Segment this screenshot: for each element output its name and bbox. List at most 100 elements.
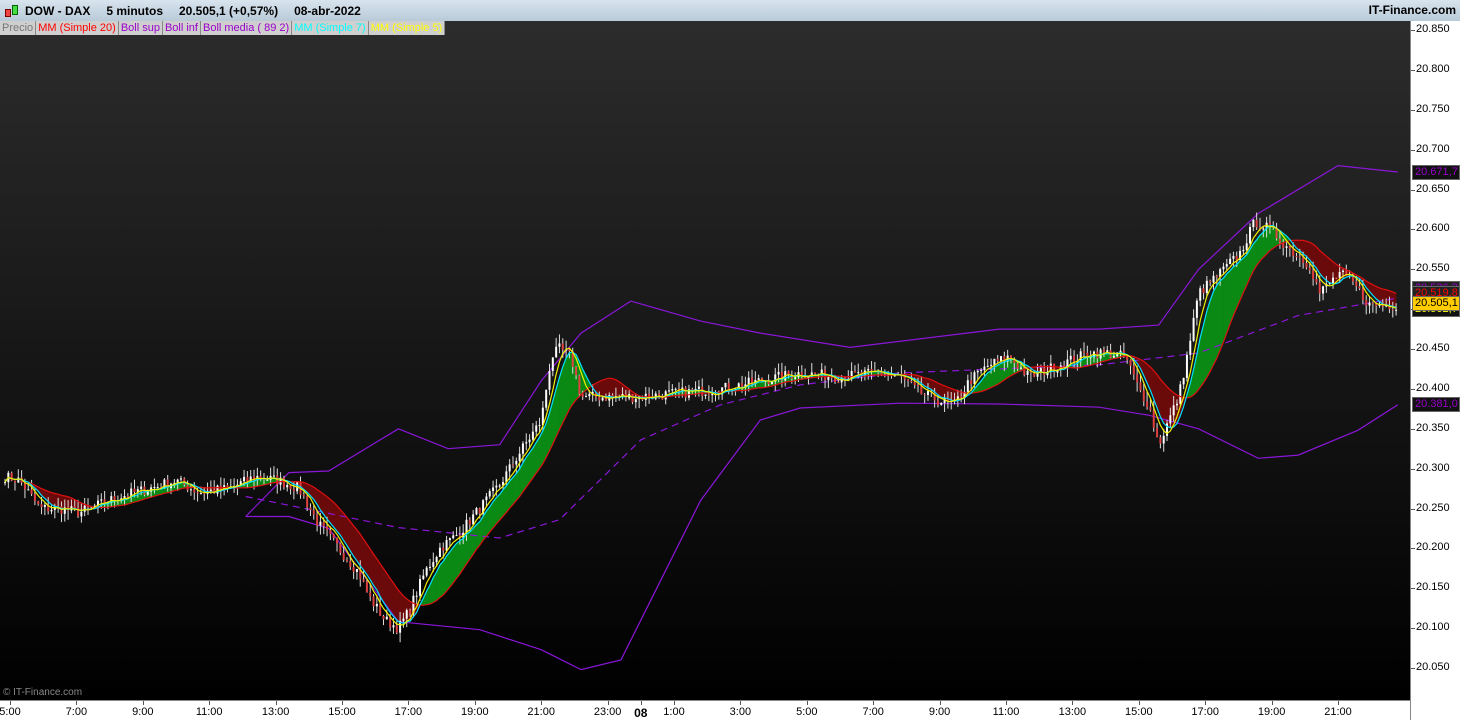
y-tick xyxy=(1411,428,1415,430)
candle-down xyxy=(379,603,382,616)
candle-up xyxy=(515,460,518,465)
y-tick-label: 20.350 xyxy=(1416,421,1450,434)
candle-up xyxy=(528,439,531,443)
candle-down xyxy=(1308,267,1311,271)
candle-down xyxy=(336,537,339,544)
candle-up xyxy=(438,547,441,557)
time-axis[interactable]: 5:00 7:00 9:00 11:00 13:00 15:00 17:00 19:00 21:… xyxy=(0,700,1410,720)
candle-up xyxy=(671,389,674,391)
ma-fill-bull xyxy=(492,496,497,529)
candle-up xyxy=(27,489,30,491)
candle-up xyxy=(1225,264,1228,267)
candle-down xyxy=(37,501,40,505)
candle-up xyxy=(558,343,561,347)
x-tick xyxy=(275,701,277,705)
y-tick-label: 20.050 xyxy=(1416,661,1450,673)
candle-up xyxy=(355,569,358,572)
legend-item[interactable]: MM (Simple 20) xyxy=(36,21,119,35)
candle-up xyxy=(428,566,431,568)
x-tick xyxy=(1072,701,1074,705)
legend-item[interactable]: Boll media ( 89 2) xyxy=(200,21,293,35)
candle-up xyxy=(43,504,46,507)
candle-down xyxy=(282,477,285,488)
ma-fill-bear xyxy=(393,582,398,621)
candle-down xyxy=(511,464,514,466)
candle-down xyxy=(409,610,412,614)
candle-up xyxy=(189,489,192,491)
x-tick xyxy=(806,701,808,705)
chart-plot-area[interactable] xyxy=(0,21,1410,700)
legend-item[interactable]: MM (Simple 5) xyxy=(368,21,446,35)
x-tick xyxy=(76,701,78,705)
candle-up xyxy=(1212,275,1215,283)
x-tick-label: 21:00 xyxy=(527,706,555,718)
candle-down xyxy=(1016,363,1019,369)
candle-up xyxy=(50,509,53,512)
legend-item[interactable]: MM (Simple 7) xyxy=(292,21,369,35)
candle-up xyxy=(551,357,554,371)
ma-fill-bear xyxy=(363,538,368,576)
candle-up xyxy=(498,485,501,487)
candle-down xyxy=(1136,374,1139,383)
x-tick-label: 1:00 xyxy=(663,706,685,718)
y-tick-label: 20.150 xyxy=(1416,581,1450,594)
price-tag: 20.505,1 xyxy=(1412,296,1460,312)
candle-down xyxy=(1315,279,1318,283)
candle-up xyxy=(1368,302,1371,306)
candle-down xyxy=(1139,382,1142,391)
candle-up xyxy=(525,442,528,444)
candle-up xyxy=(432,562,435,567)
candle-up xyxy=(1338,271,1341,278)
candle-up xyxy=(1069,355,1072,360)
ma-fill-bull xyxy=(529,447,534,484)
candle-down xyxy=(1102,349,1105,352)
candle-down xyxy=(13,480,16,483)
candle-down xyxy=(1149,407,1152,411)
candle-up xyxy=(1249,227,1252,244)
y-tick-label: 20.850 xyxy=(1416,23,1450,35)
candle-up xyxy=(993,358,996,365)
candle-down xyxy=(970,380,973,384)
y-tick-label: 20.800 xyxy=(1416,62,1450,75)
candle-down xyxy=(1361,288,1364,300)
price-chart xyxy=(4,164,1399,671)
candle-up xyxy=(1242,250,1245,252)
candle-down xyxy=(468,519,471,525)
y-tick xyxy=(1411,388,1415,390)
ma-fill-bull xyxy=(1219,277,1224,351)
x-tick-label: 7:00 xyxy=(862,706,884,718)
candle-up xyxy=(1162,435,1165,444)
candle-up xyxy=(199,493,202,495)
y-tick-label: 20.650 xyxy=(1416,182,1450,195)
candle-down xyxy=(1358,286,1361,289)
candle-up xyxy=(1205,280,1208,293)
candle-up xyxy=(980,370,983,372)
candle-down xyxy=(309,507,312,510)
candle-down xyxy=(365,581,368,593)
legend-item[interactable]: Precio xyxy=(0,21,37,35)
ma-fill-bull xyxy=(446,551,451,592)
x-tick xyxy=(1006,701,1007,705)
candle-up xyxy=(4,482,7,484)
candle-up xyxy=(794,377,797,379)
candle-up xyxy=(1285,246,1288,248)
x-tick-label: 15:00 xyxy=(328,706,356,718)
candle-down xyxy=(352,567,355,572)
boll-inf-line xyxy=(245,402,1399,671)
candle-down xyxy=(1365,299,1368,306)
candle-down xyxy=(1146,401,1149,408)
candle-down xyxy=(907,379,910,382)
candle-up xyxy=(976,370,979,373)
candle-up xyxy=(1245,243,1248,251)
site-name: IT-Finance.com xyxy=(1368,3,1456,17)
candle-up xyxy=(588,393,591,397)
ma-fill-bull xyxy=(1216,280,1221,359)
candle-down xyxy=(322,521,325,527)
candle-down xyxy=(133,488,136,492)
candle-down xyxy=(329,530,332,535)
legend-item[interactable]: Boll sup xyxy=(118,21,163,35)
candle-up xyxy=(1195,300,1198,318)
candle-down xyxy=(395,625,398,633)
legend-item[interactable]: Boll inf xyxy=(162,21,201,35)
price-axis[interactable]: 20.850 20.800 20.750 20.700 20.650 20.600 20.5… xyxy=(1410,21,1460,720)
